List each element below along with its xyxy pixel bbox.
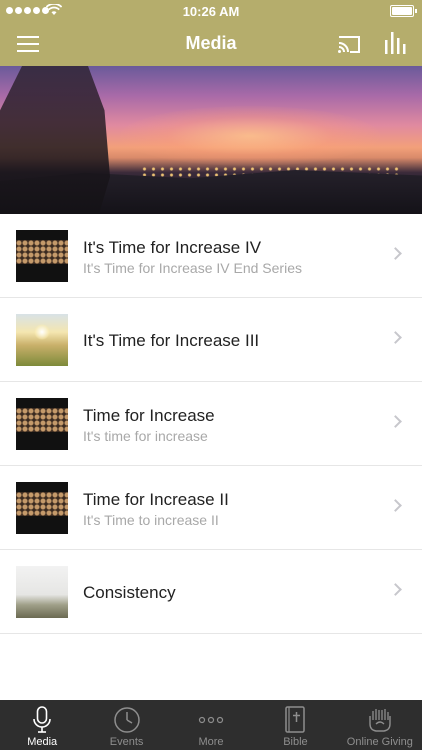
tab-events[interactable]: Events <box>84 700 168 750</box>
tab-label: Bible <box>283 736 308 748</box>
nav-bar: Media <box>0 22 422 66</box>
list-item[interactable]: It's Time for Increase IV It's Time for … <box>0 214 422 298</box>
thumbnail-image <box>16 566 68 618</box>
tab-label: Media <box>27 736 58 748</box>
list-item[interactable]: It's Time for Increase III <box>0 298 422 382</box>
tab-online-giving[interactable]: Online Giving <box>338 700 422 750</box>
tab-more[interactable]: More <box>169 700 253 750</box>
list-item[interactable]: Time for Increase II It's Time to increa… <box>0 466 422 550</box>
item-title: Time for Increase <box>83 406 215 425</box>
item-subtitle: It's Time to increase II <box>83 512 219 528</box>
status-time: 10:26 AM <box>182 4 240 19</box>
item-subtitle: It's time for increase <box>83 428 208 444</box>
tab-bible[interactable]: Bible <box>253 700 337 750</box>
item-subtitle: It's Time for Increase IV End Series <box>83 260 302 276</box>
giving-hands-icon <box>369 709 391 732</box>
chevron-right-icon <box>389 331 402 344</box>
thumbnail-image <box>16 314 68 366</box>
microphone-icon <box>33 706 52 733</box>
tab-label: Events <box>109 736 144 748</box>
more-dots-icon <box>198 716 224 724</box>
status-bar: 10:26 AM <box>0 0 422 22</box>
tab-label: Online Giving <box>346 736 413 748</box>
tab-media[interactable]: Media <box>0 700 84 750</box>
chevron-right-icon <box>389 583 402 596</box>
chevron-right-icon <box>389 415 402 428</box>
media-list: It's Time for Increase IV It's Time for … <box>0 214 422 634</box>
battery-icon <box>390 5 417 17</box>
item-title: Consistency <box>83 583 176 602</box>
clock-icon <box>113 707 140 733</box>
item-title: Time for Increase II <box>83 490 229 509</box>
tab-bar: Media Events More Bible Online Giving <box>0 700 422 750</box>
hero-banner-image <box>0 66 422 214</box>
chevron-right-icon <box>389 499 402 512</box>
list-item[interactable]: Consistency <box>0 550 422 634</box>
thumbnail-image <box>16 398 68 450</box>
cast-icon[interactable] <box>336 32 362 56</box>
thumbnail-image <box>16 230 68 282</box>
tab-label: More <box>198 736 224 748</box>
bible-icon <box>285 706 306 733</box>
equalizer-icon[interactable] <box>383 30 407 56</box>
chevron-right-icon <box>389 247 402 260</box>
thumbnail-image <box>16 482 68 534</box>
item-title: It's Time for Increase IV <box>83 238 262 257</box>
item-title: It's Time for Increase III <box>83 331 260 350</box>
list-item[interactable]: Time for Increase It's time for increase <box>0 382 422 466</box>
